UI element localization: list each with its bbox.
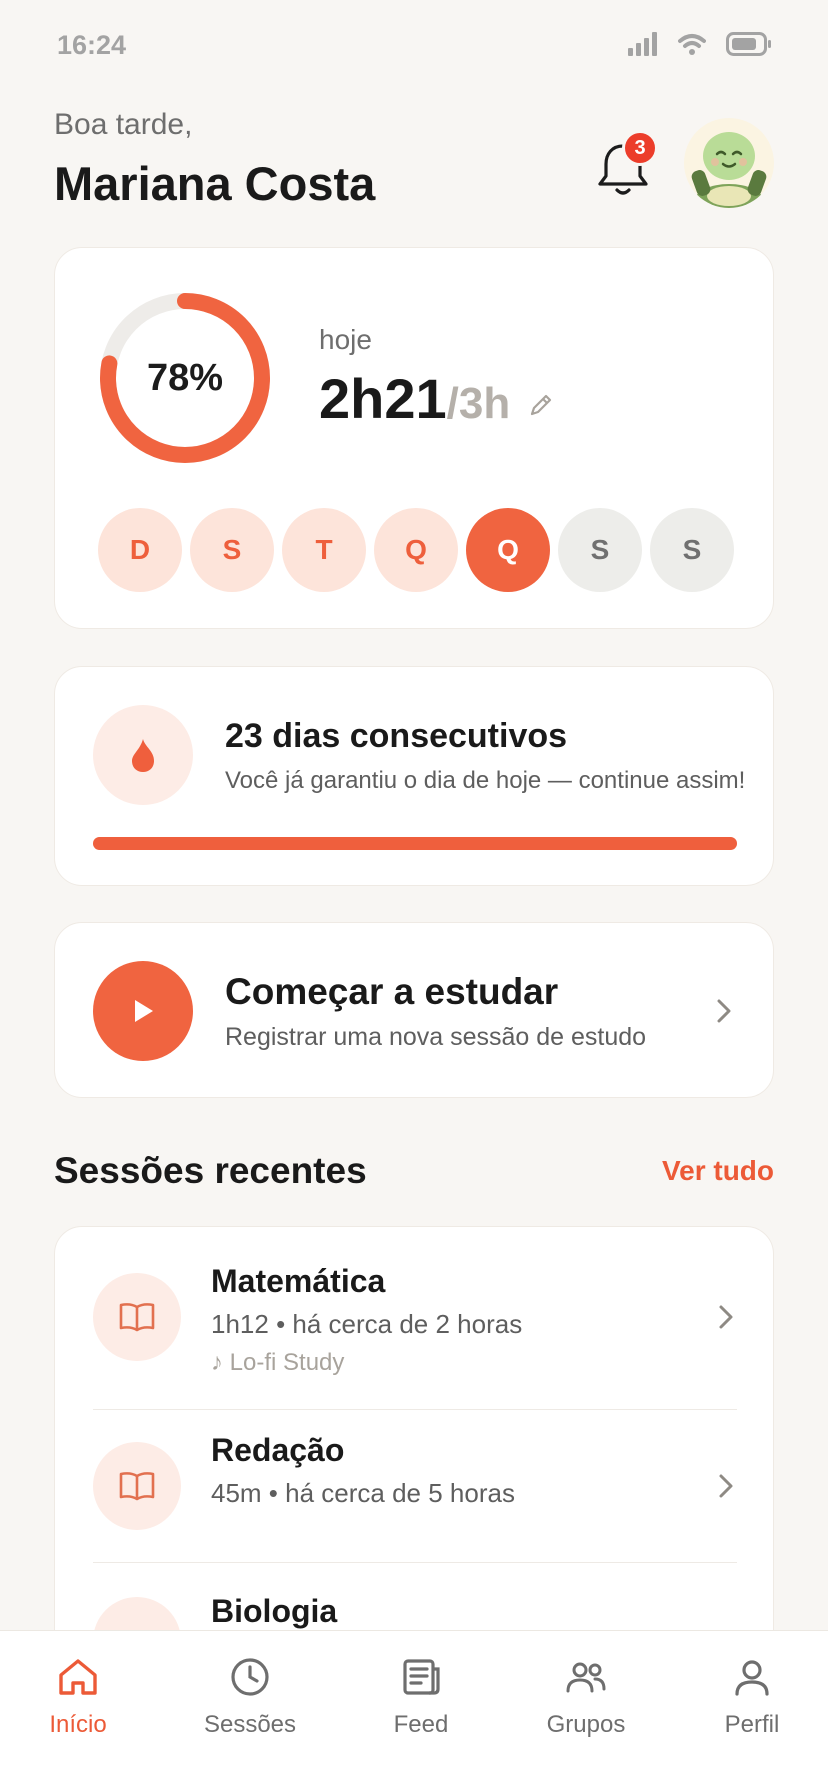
today-label: hoje — [319, 324, 372, 355]
cellular-signal-icon — [628, 32, 657, 56]
session-row-redacao[interactable]: Redação 45m • há cerca de 5 horas — [55, 1410, 773, 1562]
notification-badge: 3 — [622, 130, 658, 166]
play-icon — [135, 1000, 153, 1022]
recent-sessions-list: Matemática 1h12 • há cerca de 2 horas ♪ … — [54, 1226, 774, 1646]
home-icon — [59, 1659, 97, 1695]
session-row-matematica[interactable]: Matemática 1h12 • há cerca de 2 horas ♪ … — [55, 1227, 773, 1409]
today-value: 2h21 — [319, 367, 447, 430]
nav-item-sessoes[interactable]: Sessões — [180, 1655, 320, 1739]
avatar[interactable] — [684, 118, 774, 208]
notifications-button[interactable]: 3 — [594, 130, 664, 200]
day-6-future: S — [650, 508, 734, 592]
progress-percent: 78% — [146, 356, 224, 399]
session-meta: 45m • há cerca de 5 horas — [211, 1478, 515, 1508]
flame-badge — [93, 705, 193, 805]
start-study-card[interactable]: Começar a estudar Registrar uma nova ses… — [54, 922, 774, 1098]
turtle-avatar-icon — [691, 132, 767, 208]
chevron-right-icon — [719, 1305, 733, 1329]
battery-icon — [726, 32, 771, 56]
session-title: Redação — [211, 1432, 345, 1468]
start-study-subtitle: Registrar uma nova sessão de estudo — [225, 1023, 647, 1051]
recent-sessions-title: Sessões recentes — [54, 1150, 367, 1191]
feed-icon — [403, 1659, 440, 1695]
streak-card: 23 dias consecutivos Você já garantiu o … — [54, 666, 774, 886]
book-icon — [119, 1303, 155, 1332]
day-3-done: Q — [374, 508, 458, 592]
streak-progress-fill — [93, 837, 737, 850]
book-icon — [119, 1472, 155, 1501]
week-days: DSTQQSS — [98, 508, 734, 592]
status-icons — [628, 32, 772, 56]
chevron-right-icon — [717, 999, 731, 1023]
day-5-future: S — [558, 508, 642, 592]
nav-item-inicio[interactable]: Início — [8, 1655, 148, 1739]
book-badge — [93, 1273, 181, 1361]
play-button[interactable] — [93, 961, 193, 1061]
wifi-icon — [678, 34, 706, 55]
session-music: ♪ Lo-fi Study — [211, 1349, 345, 1376]
bottom-nav: Início Sessões Feed Grupos Perfil — [0, 1630, 828, 1792]
greeting: Boa tarde, — [54, 108, 193, 141]
group-icon — [566, 1662, 606, 1693]
streak-subtitle: Você já garantiu o dia de hoje — continu… — [225, 767, 746, 794]
nav-label: Início — [49, 1711, 107, 1738]
start-study-title: Começar a estudar — [225, 971, 559, 1012]
nav-item-feed[interactable]: Feed — [351, 1655, 491, 1739]
clock-icon — [231, 1658, 269, 1696]
session-title: Biologia — [211, 1593, 338, 1629]
recent-sessions-header: Sessões recentes Ver tudo — [54, 1150, 774, 1192]
flame-icon — [132, 739, 154, 772]
today-time: 2h21 /3h — [319, 366, 554, 431]
day-1-done: S — [190, 508, 274, 592]
user-name: Mariana Costa — [54, 157, 376, 210]
nav-label: Perfil — [724, 1711, 780, 1738]
streak-progress-track — [93, 837, 737, 850]
today-goal: /3h — [446, 379, 511, 428]
nav-label: Feed — [393, 1711, 449, 1738]
profile-icon — [735, 1660, 769, 1696]
pencil-icon — [531, 394, 552, 416]
nav-label: Grupos — [546, 1711, 626, 1738]
nav-label: Sessões — [203, 1711, 297, 1738]
see-all-link[interactable]: Ver tudo — [662, 1155, 774, 1187]
status-time: 16:24 — [57, 30, 127, 60]
day-2-done: T — [282, 508, 366, 592]
edit-goal-button[interactable] — [528, 392, 554, 423]
chevron-right-icon — [719, 1474, 733, 1498]
status-bar: 16:24 — [0, 0, 828, 92]
session-meta: 1h12 • há cerca de 2 horas — [211, 1309, 523, 1339]
book-badge — [93, 1442, 181, 1530]
nav-item-perfil[interactable]: Perfil — [682, 1655, 822, 1739]
header: Boa tarde, Mariana Costa 3 — [54, 108, 774, 218]
nav-item-grupos[interactable]: Grupos — [516, 1655, 656, 1739]
day-0-done: D — [98, 508, 182, 592]
day-4-today: Q — [466, 508, 550, 592]
session-title: Matemática — [211, 1263, 386, 1299]
daily-progress-card: 78% hoje 2h21 /3h DSTQQSS — [54, 247, 774, 629]
streak-title: 23 dias consecutivos — [225, 717, 568, 755]
